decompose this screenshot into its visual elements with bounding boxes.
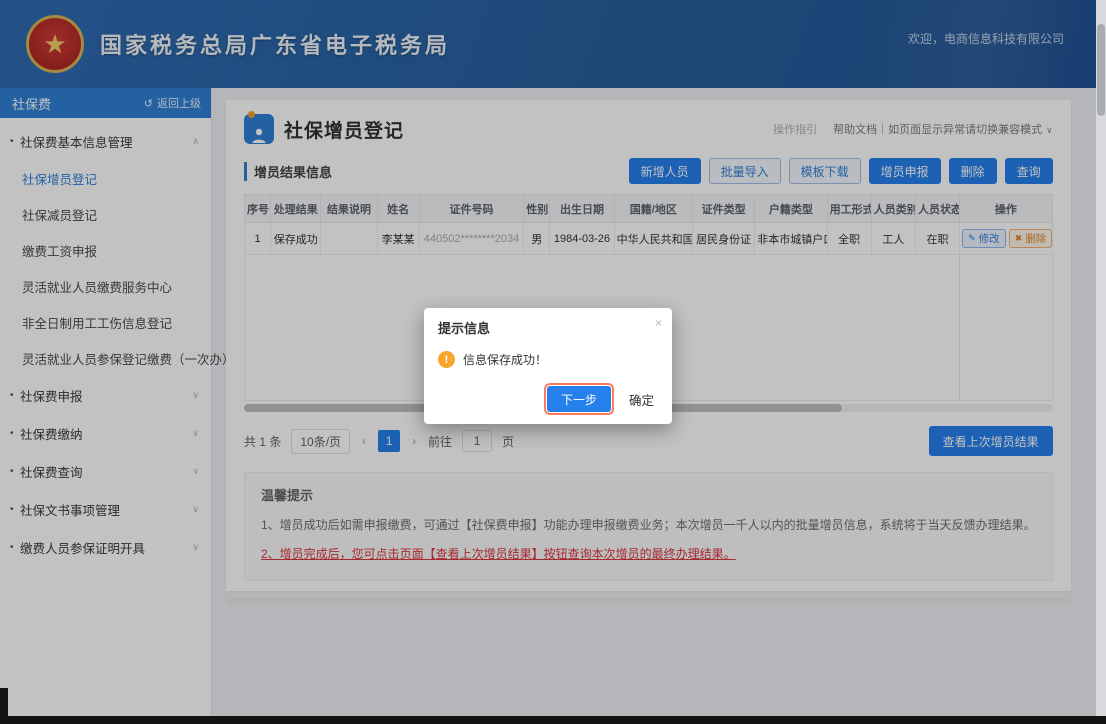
browser-vertical-scrollbar[interactable] — [1096, 0, 1106, 716]
scrollbar-thumb[interactable] — [1097, 24, 1105, 116]
window-frame-corner — [0, 688, 8, 724]
window-frame-bottom — [0, 716, 1106, 724]
screen: ★ 国家税务总局广东省电子税务局 欢迎，电商信息科技有限公司 社保费 返回上级 … — [0, 0, 1106, 724]
prompt-dialog: 提示信息 信息保存成功！ 下一步 确定 — [424, 308, 672, 424]
dialog-title: 提示信息 — [424, 308, 672, 341]
warning-icon — [438, 351, 455, 368]
next-step-button[interactable]: 下一步 — [547, 386, 611, 412]
close-icon[interactable] — [655, 316, 662, 330]
dialog-message: 信息保存成功！ — [463, 351, 547, 368]
confirm-button[interactable]: 确定 — [629, 390, 654, 409]
